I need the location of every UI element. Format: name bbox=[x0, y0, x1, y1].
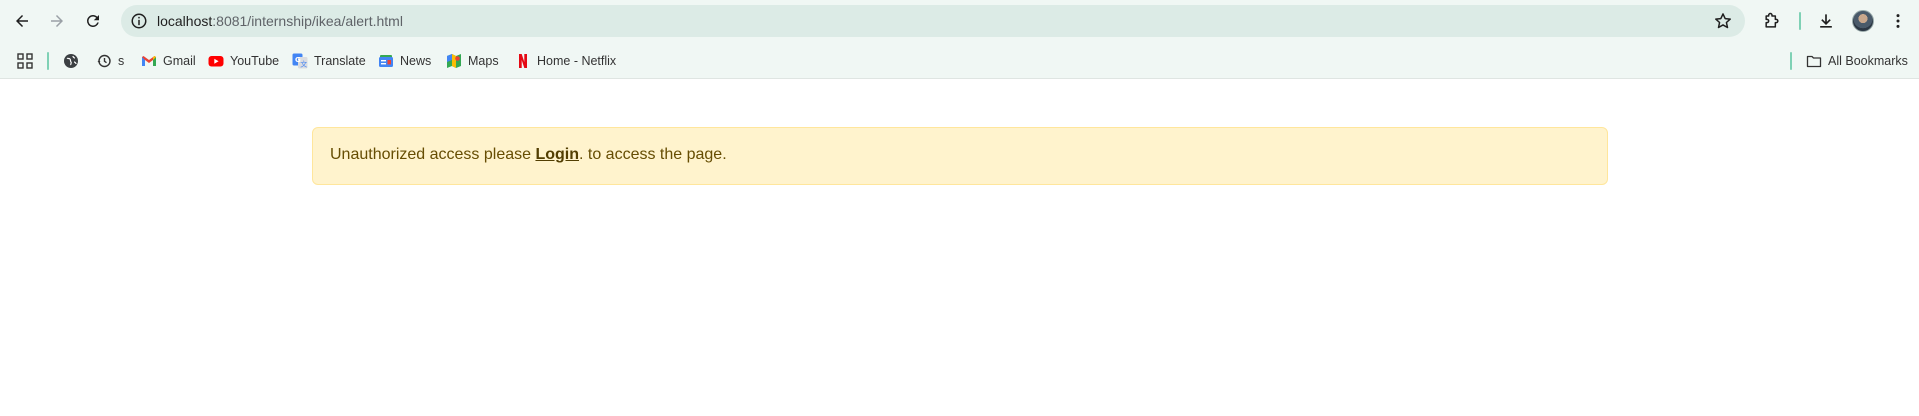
back-button[interactable] bbox=[9, 8, 35, 34]
more-vertical-icon bbox=[1896, 14, 1900, 28]
arrow-right-icon bbox=[51, 15, 63, 27]
download-icon bbox=[1820, 14, 1832, 28]
site-info-icon[interactable] bbox=[130, 12, 148, 30]
folder-icon bbox=[1806, 53, 1822, 69]
bookmark-youtube[interactable]: YouTube bbox=[208, 51, 279, 71]
apps-button[interactable] bbox=[17, 51, 39, 71]
bookmark-label: s bbox=[118, 54, 125, 68]
gmail-icon bbox=[141, 53, 157, 69]
globe-bookmark[interactable] bbox=[63, 51, 85, 71]
warning-alert: Unauthorized access please Login. to acc… bbox=[312, 127, 1608, 185]
toolbar-divider bbox=[1799, 12, 1801, 30]
globe-icon bbox=[63, 53, 79, 69]
bookmark-label: Gmail bbox=[163, 54, 196, 68]
bookmark-label: Home - Netflix bbox=[537, 54, 617, 68]
reload-button[interactable] bbox=[80, 8, 106, 34]
translate-icon: G文 bbox=[292, 53, 308, 69]
url-host: localhost bbox=[157, 13, 213, 29]
reload-icon bbox=[86, 14, 99, 27]
address-bar[interactable]: localhost:8081/internship/ikea/alert.htm… bbox=[121, 5, 1745, 37]
alert-text-after: . to access the page. bbox=[579, 146, 727, 163]
bookmark-label: Maps bbox=[468, 54, 499, 68]
url-text[interactable]: localhost:8081/internship/ikea/alert.htm… bbox=[157, 13, 403, 29]
all-bookmarks-button[interactable]: All Bookmarks bbox=[1806, 51, 1908, 71]
news-icon bbox=[378, 53, 394, 69]
maps-icon bbox=[446, 53, 462, 69]
bookmark-maps[interactable]: Maps bbox=[446, 51, 499, 71]
netflix-icon bbox=[515, 53, 531, 69]
history-icon bbox=[96, 53, 112, 69]
bookmark-label: YouTube bbox=[230, 54, 280, 68]
youtube-icon bbox=[208, 53, 224, 69]
bookmark-s[interactable]: s bbox=[96, 51, 124, 71]
bookmark-translate[interactable]: G文 Translate bbox=[292, 51, 366, 71]
bookmarks-divider bbox=[47, 52, 49, 70]
bookmark-gmail[interactable]: Gmail bbox=[141, 51, 196, 71]
arrow-left-icon bbox=[16, 15, 28, 27]
apps-grid-icon bbox=[17, 53, 33, 69]
alert-text-before: Unauthorized access please bbox=[330, 146, 536, 163]
login-link[interactable]: Login bbox=[535, 146, 579, 163]
url-path: :8081/internship/ikea/alert.html bbox=[212, 13, 403, 29]
bookmark-news[interactable]: News bbox=[378, 51, 431, 71]
bookmark-label: Translate bbox=[314, 54, 366, 68]
menu-button[interactable] bbox=[1887, 10, 1909, 32]
browser-toolbar: localhost:8081/internship/ikea/alert.htm… bbox=[0, 0, 1919, 42]
bookmarks-bar: s Gmail YouTube G文 Translate News Maps H… bbox=[0, 42, 1919, 79]
downloads-button[interactable] bbox=[1815, 10, 1837, 32]
bookmark-label: News bbox=[400, 54, 432, 68]
puzzle-icon bbox=[1765, 12, 1779, 28]
svg-text:文: 文 bbox=[300, 60, 307, 69]
extensions-button[interactable] bbox=[1761, 10, 1783, 32]
alert-message: Unauthorized access please Login. to acc… bbox=[330, 146, 727, 164]
bookmarks-divider-right bbox=[1790, 52, 1792, 70]
profile-avatar[interactable] bbox=[1852, 10, 1874, 32]
bookmark-netflix[interactable]: Home - Netflix bbox=[515, 51, 616, 71]
forward-button[interactable] bbox=[44, 8, 70, 34]
all-bookmarks-label: All Bookmarks bbox=[1828, 54, 1908, 68]
bookmark-star-icon[interactable] bbox=[1713, 11, 1733, 31]
